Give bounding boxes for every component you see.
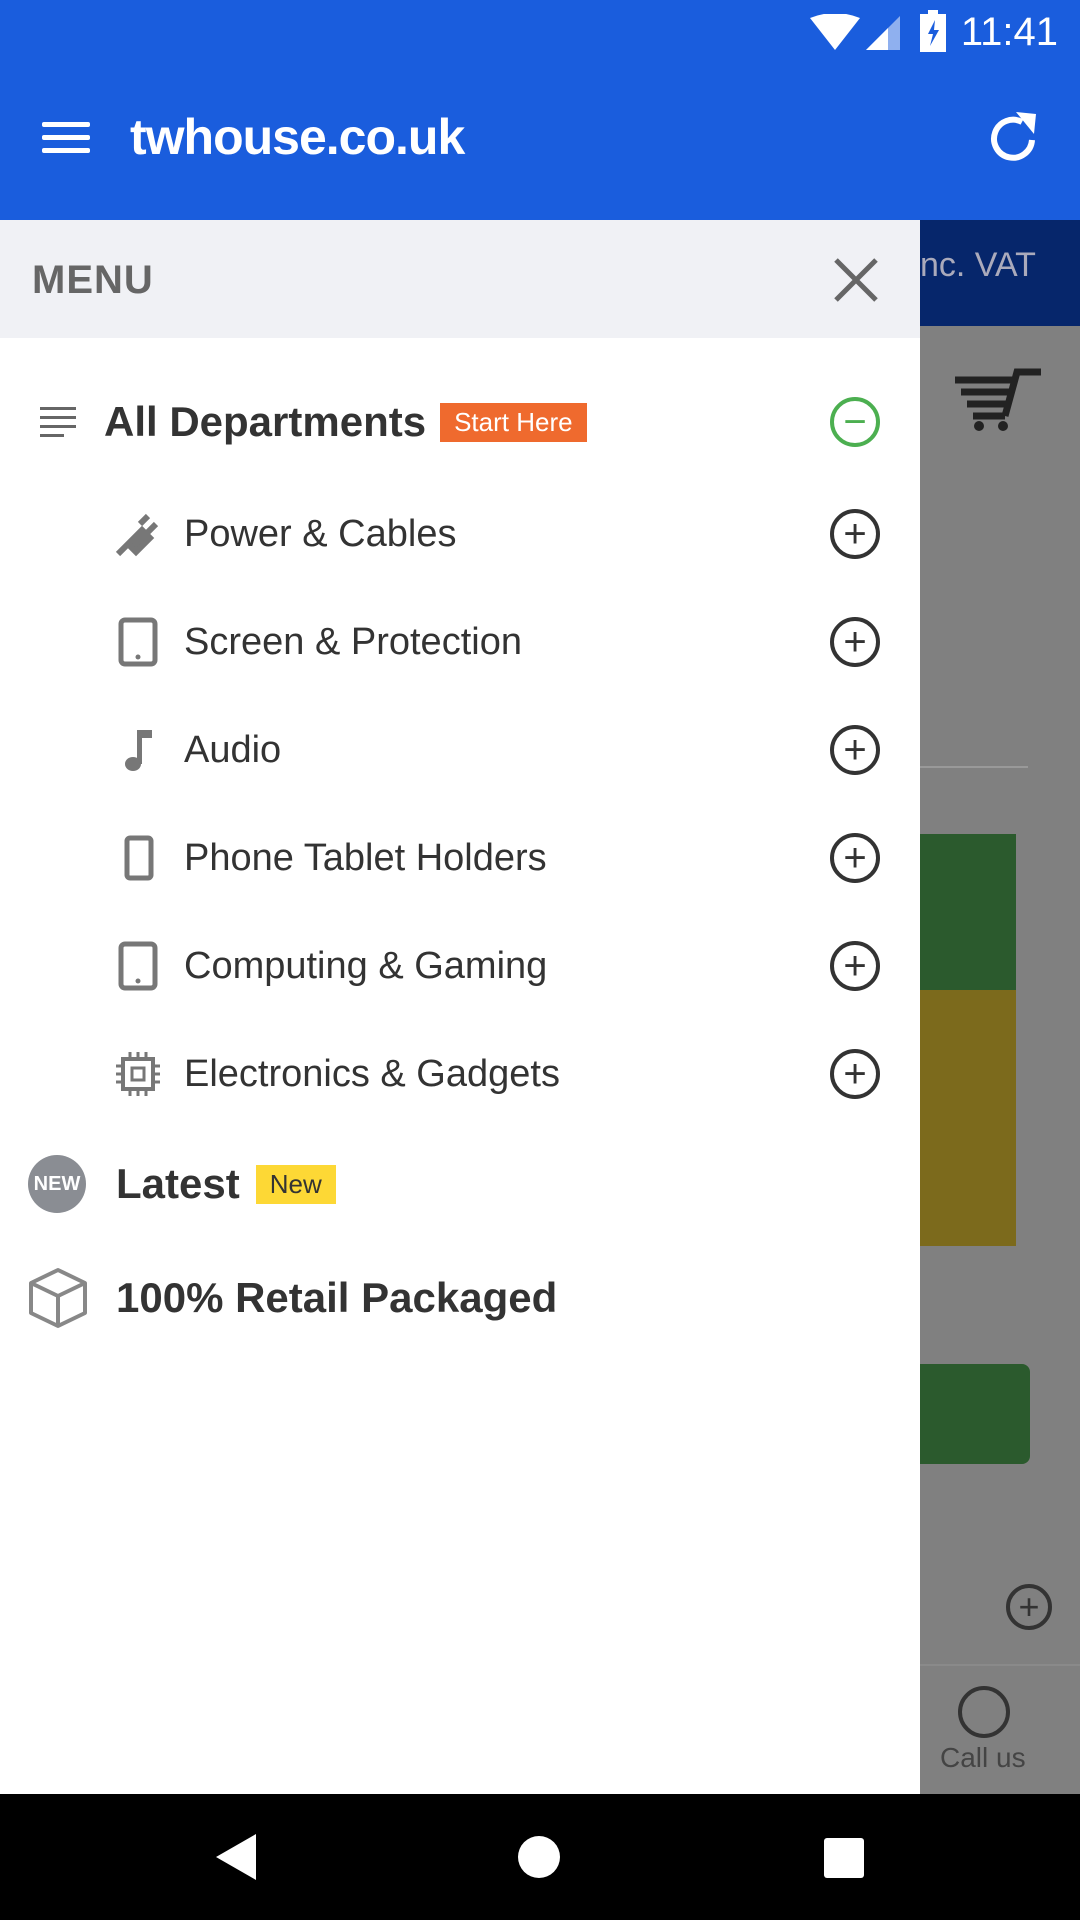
clock: 11:41 xyxy=(960,10,1058,54)
vat-text: nc. VAT xyxy=(920,246,1036,284)
close-icon[interactable] xyxy=(834,258,878,302)
collapse-icon[interactable]: − xyxy=(830,397,880,447)
menu-item-computing-gaming[interactable]: Computing & Gaming + xyxy=(0,938,920,994)
expand-icon[interactable]: + xyxy=(830,509,880,559)
latest-label: Latest xyxy=(116,1160,240,1207)
expand-icon[interactable]: + xyxy=(830,1049,880,1099)
retail-packaged-row[interactable]: 100% Retail Packaged xyxy=(0,1266,920,1330)
recents-icon[interactable] xyxy=(824,1838,864,1878)
navigation-drawer: MENU All Departments Start Here − Power … xyxy=(0,220,920,1794)
all-departments-row[interactable]: All Departments Start Here − xyxy=(0,394,920,450)
expand-icon[interactable]: + xyxy=(830,617,880,667)
call-us-label: Call us xyxy=(940,1742,1026,1773)
expand-icon[interactable]: + xyxy=(830,941,880,991)
box-icon xyxy=(29,1268,87,1328)
new-icon-text: NEW xyxy=(33,1172,81,1195)
all-departments-label: All Departments xyxy=(104,398,427,445)
menu-item-power-cables[interactable]: Power & Cables + xyxy=(0,506,920,562)
menu-item-label: Power & Cables xyxy=(184,512,457,555)
battery-charging-icon xyxy=(920,10,946,52)
menu-item-label: Screen & Protection xyxy=(184,620,522,663)
menu-item-electronics-gadgets[interactable]: Electronics & Gadgets + xyxy=(0,1046,920,1102)
menu-item-screen-protection[interactable]: Screen & Protection + xyxy=(0,614,920,670)
phone-icon xyxy=(958,1686,1010,1738)
menu-item-label: Audio xyxy=(184,728,282,771)
menu-item-audio[interactable]: Audio + xyxy=(0,722,920,778)
retail-packaged-label: 100% Retail Packaged xyxy=(116,1274,558,1321)
start-here-badge: Start Here xyxy=(440,402,587,442)
menu-header: MENU xyxy=(0,220,920,338)
system-nav-bar xyxy=(0,1794,1080,1920)
plug-icon xyxy=(115,513,159,557)
menu-item-phone-tablet-holders[interactable]: Phone Tablet Holders + xyxy=(0,830,920,886)
add-icon: + xyxy=(1006,1584,1052,1630)
expand-icon[interactable]: + xyxy=(830,725,880,775)
hamburger-menu-icon[interactable] xyxy=(42,120,90,156)
new-icon: NEW xyxy=(28,1155,86,1213)
app-title: twhouse.co.uk xyxy=(130,109,465,165)
page-behind-overlay: nc. VAT + Call us xyxy=(920,220,1080,1794)
back-icon[interactable] xyxy=(216,1834,256,1880)
wifi-signal-icon xyxy=(810,14,900,50)
menu-item-label: Phone Tablet Holders xyxy=(184,836,547,879)
chip-icon xyxy=(116,1052,160,1096)
list-icon xyxy=(40,407,76,437)
status-bar: 11:41 xyxy=(0,0,1080,66)
home-icon[interactable] xyxy=(518,1836,560,1878)
new-badge: New xyxy=(255,1164,336,1204)
menu-item-label: Electronics & Gadgets xyxy=(184,1052,560,1095)
menu-item-label: Computing & Gaming xyxy=(184,944,548,987)
latest-row[interactable]: NEW Latest New xyxy=(0,1154,920,1214)
app-toolbar: twhouse.co.uk xyxy=(0,66,1080,220)
music-note-icon xyxy=(125,730,152,771)
tablet-icon xyxy=(118,941,158,991)
expand-icon[interactable]: + xyxy=(830,833,880,883)
cart-icon xyxy=(955,368,1041,431)
menu-title: MENU xyxy=(32,258,154,302)
refresh-icon[interactable] xyxy=(988,110,1040,166)
tablet-icon xyxy=(118,617,158,667)
phone-icon xyxy=(124,835,154,881)
